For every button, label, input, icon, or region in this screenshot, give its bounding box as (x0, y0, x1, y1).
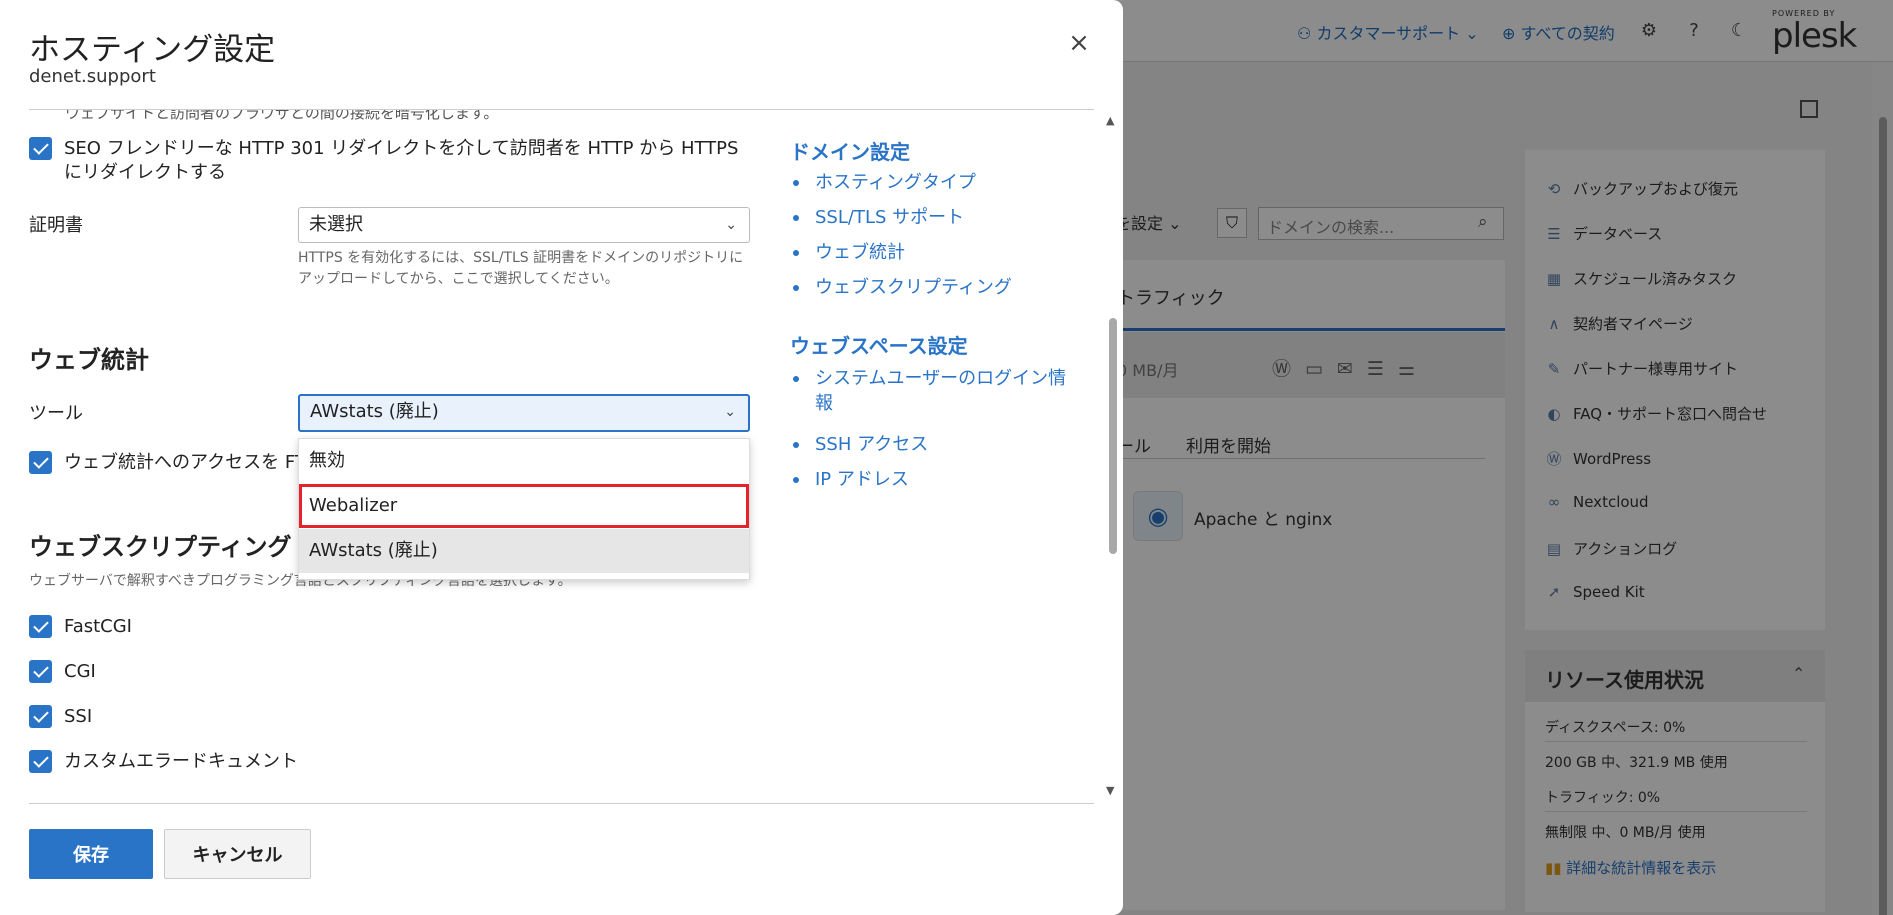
dialog-scroll-body: ウェブサイトと訪問者のブラウザとの間の接続を暗号化します。 SEO フレンドリー… (0, 110, 1110, 803)
nav-link[interactable]: ウェブ統計 (815, 240, 1070, 265)
certificate-select[interactable]: 未選択 ⌄ (298, 207, 750, 243)
bullet (793, 180, 799, 186)
stats-tool-value: AWstats (廃止) (310, 401, 439, 422)
chevron-down-icon: ⌄ (724, 404, 736, 420)
divider (29, 803, 1094, 804)
scripting-checkbox[interactable] (29, 660, 52, 683)
nav-link[interactable]: SSH アクセス (815, 432, 1070, 457)
bullet (793, 376, 799, 382)
hosting-settings-dialog: ホスティング設定 denet.support × ウェブサイトと訪問者のブラウザ… (0, 0, 1123, 915)
stats-ftp-access-checkbox[interactable] (29, 451, 52, 474)
stats-tool-label: ツール (29, 403, 83, 424)
bullet (793, 285, 799, 291)
stats-option-disabled[interactable]: 無効 (299, 439, 749, 483)
https-redirect-label: SEO フレンドリーな HTTP 301 リダイレクトを介して訪問者を HTTP… (64, 138, 739, 183)
scripting-option-label: CGI (64, 661, 96, 682)
web-stats-title: ウェブ統計 (29, 346, 149, 374)
scripting-checkbox[interactable] (29, 615, 52, 638)
scripting-option-label: SSI (64, 706, 93, 727)
dialog-scrollbar-thumb[interactable] (1109, 318, 1117, 554)
nav-link[interactable]: IP アドレス (815, 467, 1070, 492)
scripting-option-label: FastCGI (64, 616, 132, 637)
dialog-title: ホスティング設定 (29, 32, 276, 68)
nav-link[interactable]: ホスティングタイプ (815, 170, 1070, 195)
chevron-down-icon: ⌄ (725, 217, 737, 233)
dialog-subtitle: denet.support (29, 66, 156, 87)
bullet (793, 250, 799, 256)
certificate-label: 証明書 (29, 215, 83, 236)
nav-link[interactable]: ウェブスクリプティング (815, 275, 1070, 300)
stats-option-webalizer[interactable]: Webalizer (299, 484, 749, 528)
stats-tool-select[interactable]: AWstats (廃止) ⌄ (298, 394, 750, 432)
scroll-up-arrow-icon[interactable]: ▲ (1106, 114, 1114, 127)
cancel-button[interactable]: キャンセル (164, 829, 311, 879)
bullet (793, 442, 799, 448)
nav-link[interactable]: システムユーザーのログイン情報 (815, 366, 1070, 416)
domain-settings-heading: ドメイン設定 (790, 140, 910, 164)
https-redirect-checkbox[interactable] (29, 137, 52, 160)
nav-link[interactable]: SSL/TLS サポート (815, 205, 1070, 230)
close-icon[interactable]: × (1066, 30, 1092, 56)
web-scripting-title: ウェブスクリプティング (29, 533, 292, 561)
certificate-value: 未選択 (309, 214, 363, 235)
ssl-description: ウェブサイトと訪問者のブラウザとの間の接続を暗号化します。 (65, 110, 499, 122)
scripting-checkbox[interactable] (29, 750, 52, 773)
bullet (793, 215, 799, 221)
scroll-down-arrow-icon[interactable]: ▼ (1106, 784, 1114, 797)
scripting-checkbox[interactable] (29, 705, 52, 728)
stats-ftp-access-label: ウェブ統計へのアクセスを FTP (64, 452, 299, 473)
bullet (793, 477, 799, 483)
certificate-hint: HTTPS を有効化するには、SSL/TLS 証明書をドメインのリポジトリにアッ… (298, 250, 744, 287)
stats-tool-dropdown-list: 無効 Webalizer AWstats (廃止) (298, 438, 750, 580)
stats-option-awstats[interactable]: AWstats (廃止) (299, 529, 749, 573)
webspace-settings-heading: ウェブスペース設定 (790, 334, 968, 358)
scripting-option-label: カスタムエラードキュメント (64, 751, 298, 772)
save-button[interactable]: 保存 (29, 829, 153, 879)
